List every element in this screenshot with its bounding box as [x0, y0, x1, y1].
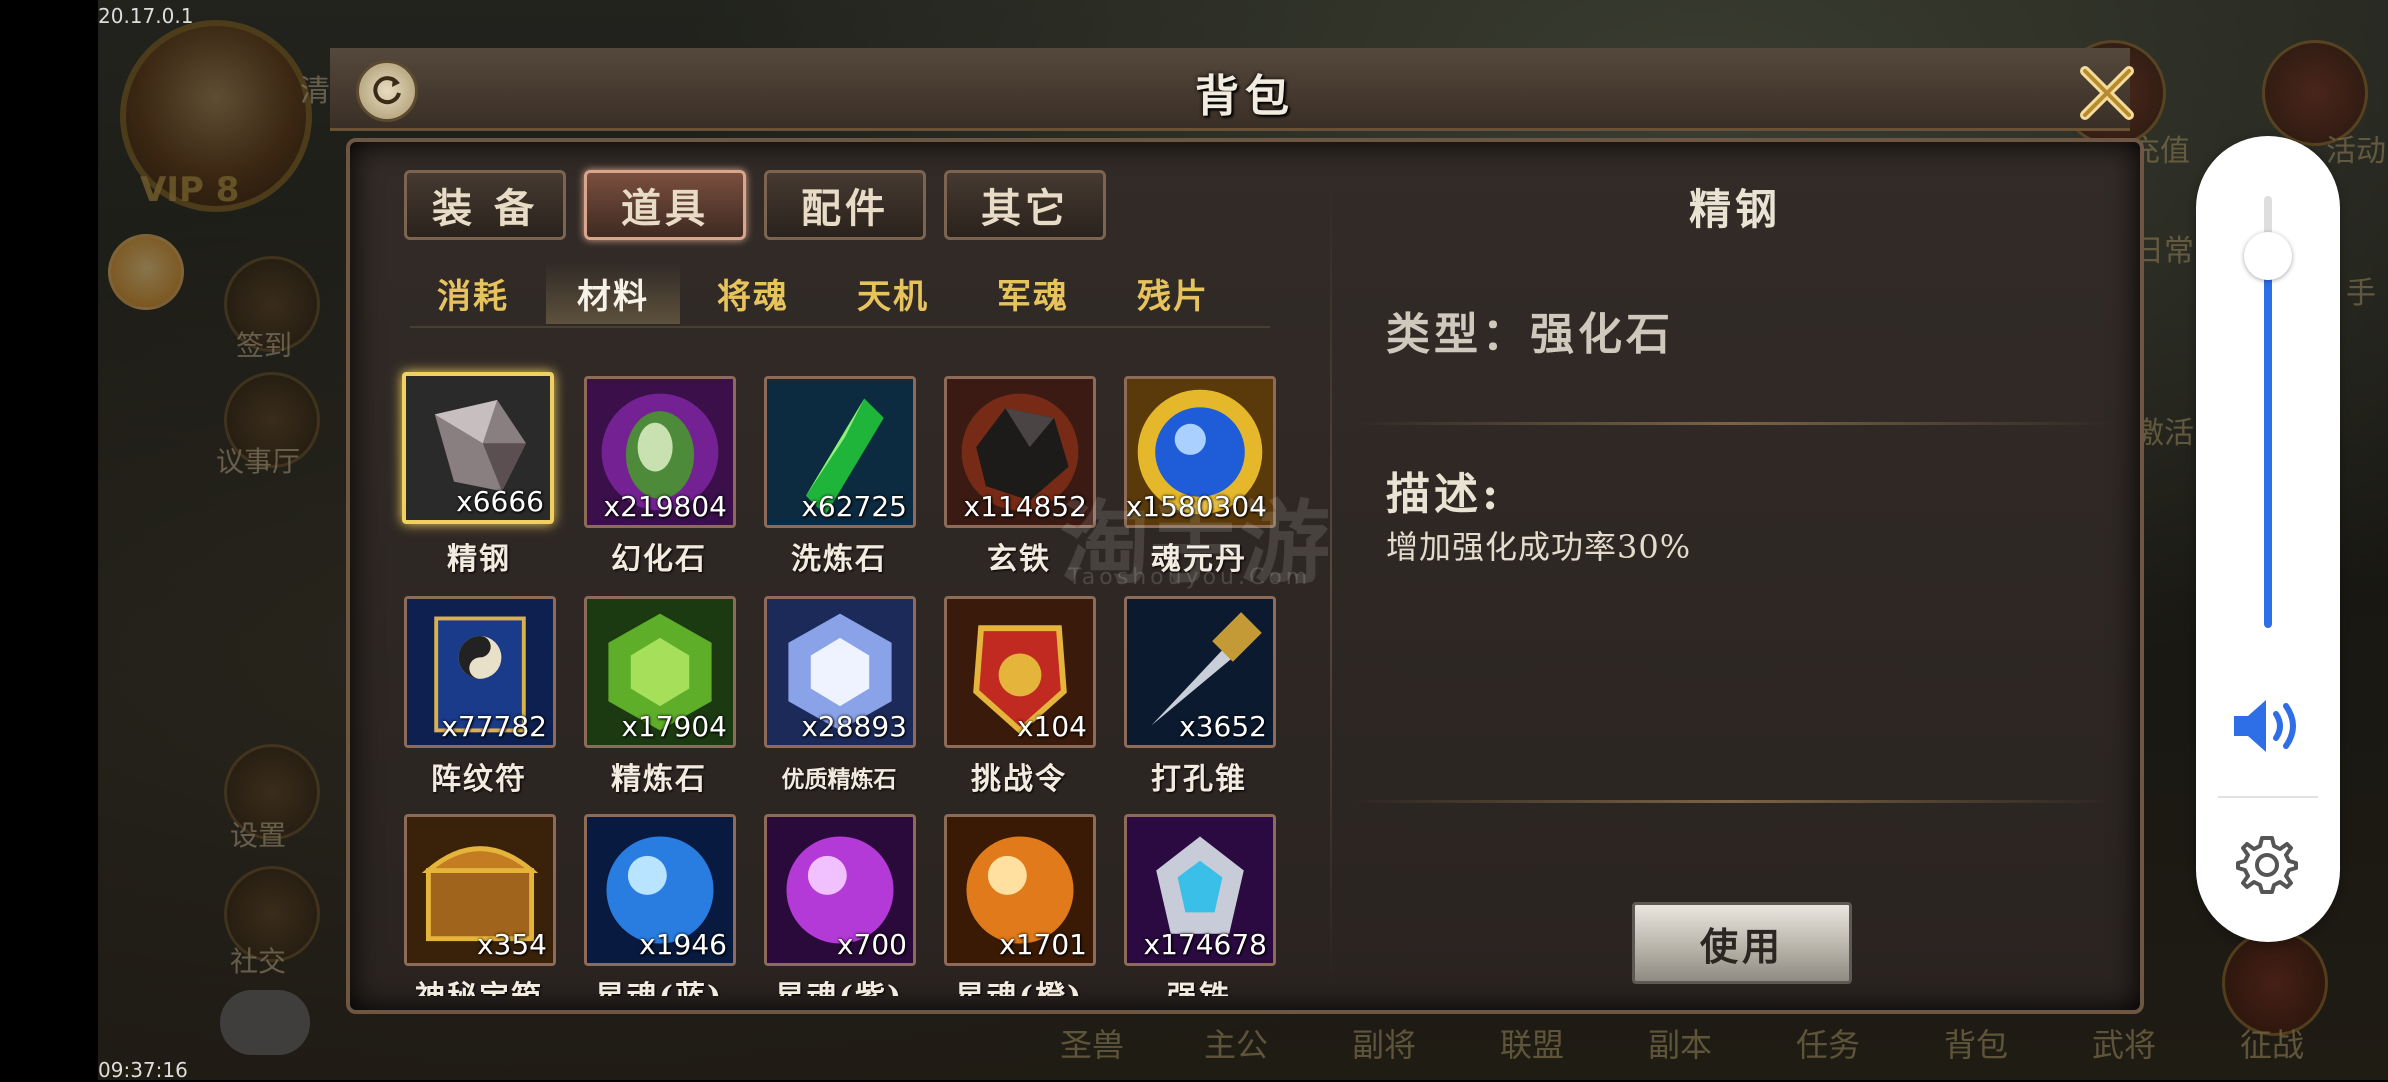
item-slot-star-soul-orange[interactable]: x1701: [944, 814, 1096, 966]
detail-divider: [1352, 800, 2112, 803]
item-slot-formation-talisman[interactable]: x77782: [404, 596, 556, 748]
item-name: 神秘宝箱: [394, 972, 564, 996]
item-name: 精炼石: [611, 762, 707, 797]
refresh-icon: [373, 76, 401, 105]
item-qty: x77782: [441, 710, 547, 743]
watermark-sub: Taoshouyou.Com: [1068, 565, 1312, 590]
item-name: 星魂(橙): [934, 972, 1104, 996]
item-name: 打孔锥: [1151, 762, 1247, 797]
detail-divider: [1352, 422, 2112, 425]
item-slot-drill-awl[interactable]: x3652: [1124, 596, 1276, 748]
gear-icon[interactable]: [2234, 832, 2300, 898]
close-icon: [2080, 66, 2134, 120]
item-qty: x1701: [999, 928, 1087, 961]
item-slot-star-soul-purple[interactable]: x700: [764, 814, 916, 966]
item-qty: x3652: [1179, 710, 1267, 743]
item-qty: x1946: [639, 928, 727, 961]
item-name: 优质精炼石: [781, 766, 897, 793]
item-name: 阵纹符: [431, 762, 527, 797]
item-slot-strong-iron[interactable]: x174678: [1124, 814, 1276, 966]
detail-item-name: 精钢: [1688, 185, 1781, 234]
detail-item-type: 类型：强化石: [1386, 309, 1674, 360]
item-slot-challenge-token[interactable]: x104: [944, 596, 1096, 748]
item-qty: x104: [1016, 710, 1087, 743]
item-qty: x62725: [801, 490, 907, 523]
item-slot-illusion-stone[interactable]: x219804: [584, 376, 736, 528]
detail-description-text: 增加强化成功率30%: [1386, 528, 1692, 566]
item-qty: x17904: [621, 710, 727, 743]
item-qty: x6666: [456, 485, 544, 518]
item-qty: x174678: [1143, 928, 1267, 961]
debug-clock: 09:37:16: [98, 1058, 188, 1082]
volume-slider-fill: [2264, 256, 2272, 628]
item-slot-polish-stone[interactable]: x62725: [764, 376, 916, 528]
pane-divider: [1330, 180, 1332, 980]
item-slot-star-soul-blue[interactable]: x1946: [584, 814, 736, 966]
close-button[interactable]: [2074, 60, 2140, 126]
item-slot-refined-steel[interactable]: x6666: [402, 372, 554, 524]
item-name: 精钢: [447, 542, 511, 577]
item-qty: x700: [836, 928, 907, 961]
item-qty: x354: [476, 928, 547, 961]
use-button[interactable]: 使用: [1632, 902, 1852, 984]
item-name: 幻化石: [611, 542, 707, 577]
volume-separator: [2218, 796, 2318, 798]
item-name: 挑战令: [971, 762, 1067, 797]
refresh-button[interactable]: [356, 60, 418, 122]
item-slot-mystery-chest[interactable]: x354: [404, 814, 556, 966]
item-qty: x28893: [801, 710, 907, 743]
item-name: 洗炼石: [791, 542, 887, 577]
item-slot-premium-refining-stone[interactable]: x28893: [764, 596, 916, 748]
item-name: 星魂(紫): [754, 972, 924, 996]
detail-description-label: 描述:: [1386, 469, 1503, 520]
item-name: 强铁: [1114, 972, 1284, 996]
item-qty: x219804: [603, 490, 727, 523]
item-slot-refining-stone[interactable]: x17904: [584, 596, 736, 748]
item-name: 星魂(蓝): [574, 972, 744, 996]
speaker-icon[interactable]: [2228, 692, 2308, 760]
debug-version: 20.17.0.1: [98, 4, 194, 28]
bag-panel-title: 背包: [1195, 71, 1295, 122]
